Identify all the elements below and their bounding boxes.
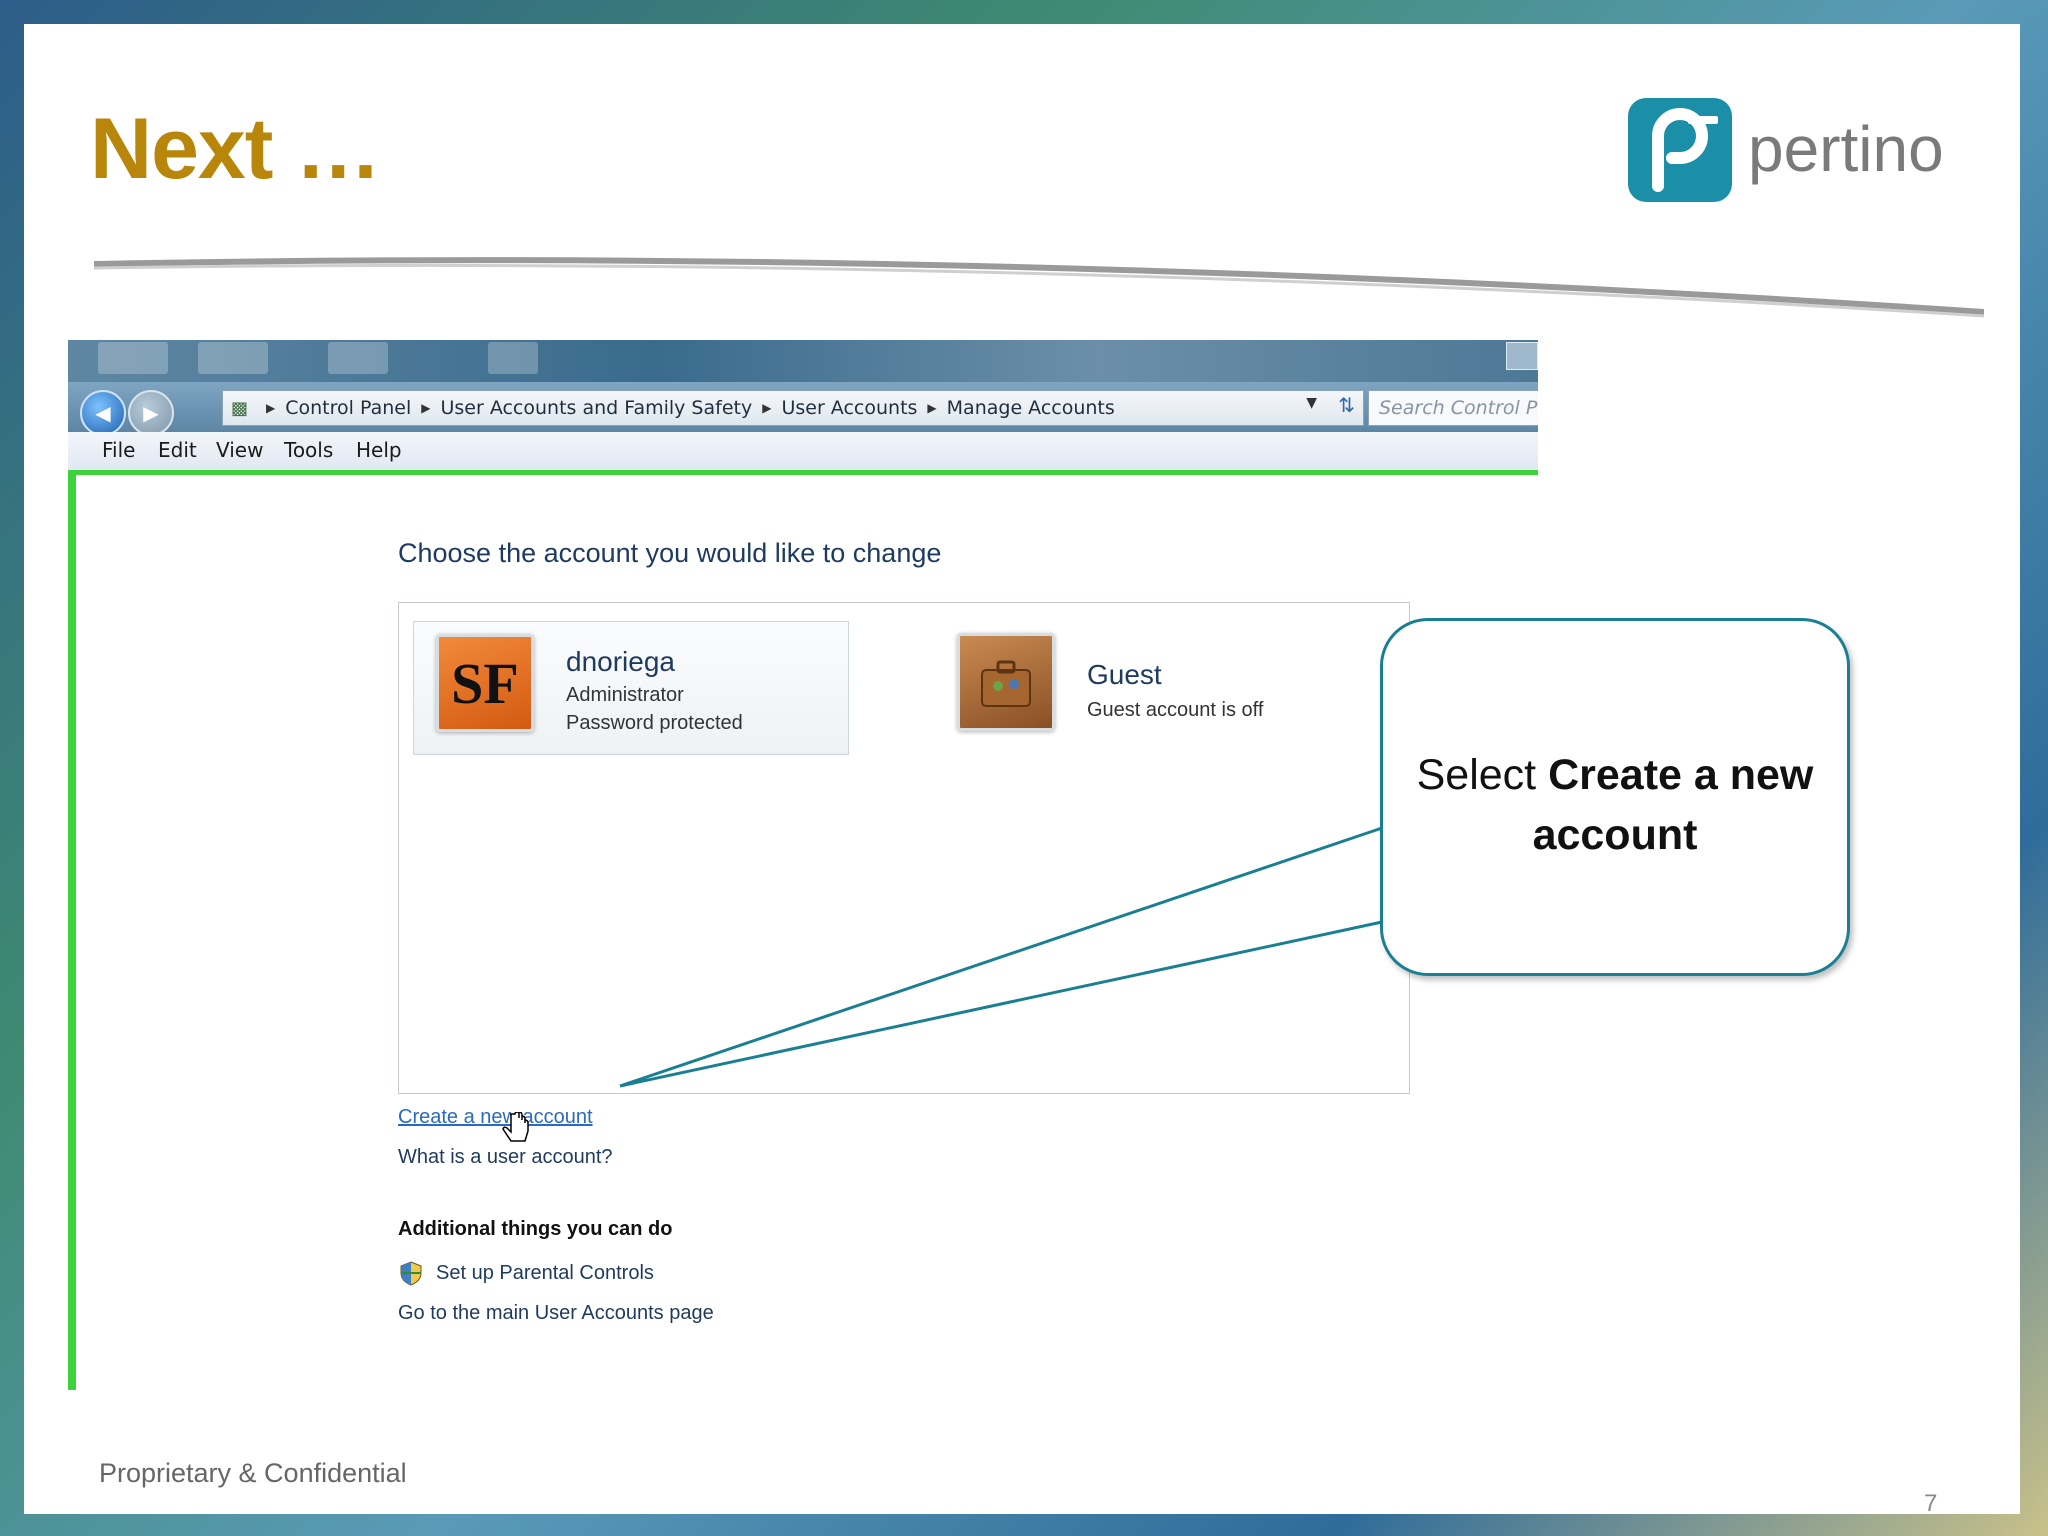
shield-icon <box>400 1261 422 1286</box>
breadcrumb-user-accounts-family-safety[interactable]: User Accounts and Family Safety <box>440 397 752 419</box>
account-status: Password protected <box>566 712 743 734</box>
taskbar-thumbnail <box>98 342 168 374</box>
dropdown-icon[interactable]: ▼ <box>1306 395 1317 411</box>
footer-text: Proprietary & Confidential <box>99 1458 407 1488</box>
menu-view[interactable]: View <box>216 438 263 462</box>
address-row: ◀ ▶ ▩ ▶ Control Panel ▶ User Accounts an… <box>68 382 1538 436</box>
breadcrumb-separator-icon: ▶ <box>927 401 937 415</box>
additional-heading: Additional things you can do <box>398 1218 673 1240</box>
taskbar-thumbnail <box>488 342 538 374</box>
control-panel-window: ◀ ▶ ▩ ▶ Control Panel ▶ User Accounts an… <box>68 340 1538 1390</box>
account-name: Guest <box>1087 659 1162 690</box>
breadcrumb-separator-icon: ▶ <box>762 401 772 415</box>
menu-file[interactable]: File <box>102 438 135 462</box>
logo-text: pertino <box>1748 113 1944 185</box>
address-bar[interactable]: ▩ ▶ Control Panel ▶ User Accounts and Fa… <box>222 390 1364 426</box>
what-is-user-account-link[interactable]: What is a user account? <box>398 1146 613 1169</box>
window-title-strip <box>68 340 1538 382</box>
menu-tools[interactable]: Tools <box>284 438 333 462</box>
breadcrumb-manage-accounts[interactable]: Manage Accounts <box>947 397 1115 419</box>
forward-arrow-icon: ▶ <box>143 401 159 425</box>
highlight-border <box>68 470 1538 475</box>
minimize-button[interactable] <box>1506 342 1538 370</box>
back-arrow-icon: ◀ <box>95 401 111 425</box>
main-user-accounts-link[interactable]: Go to the main User Accounts page <box>398 1302 714 1325</box>
account-name: dnoriega <box>566 646 675 677</box>
account-card-guest[interactable]: Guest Guest account is off <box>935 621 1355 753</box>
account-type: Administrator <box>566 684 684 706</box>
breadcrumb-separator-icon: ▶ <box>421 401 431 415</box>
hand-cursor-icon <box>502 1112 529 1142</box>
control-panel-icon: ▩ <box>231 397 249 419</box>
avatar: SF <box>436 634 534 732</box>
pertino-logo-mark-icon <box>1628 98 1732 202</box>
slide-title: Next … <box>90 101 381 197</box>
menu-bar: File Edit View Tools Help <box>68 432 1538 470</box>
refresh-icon[interactable]: ⇅ <box>1338 393 1355 417</box>
parental-controls-link[interactable]: Set up Parental Controls <box>436 1262 654 1285</box>
create-new-account-link[interactable]: Create a new account <box>398 1106 593 1129</box>
callout-box: Select Create a new account <box>1380 618 1850 976</box>
breadcrumb-user-accounts[interactable]: User Accounts <box>781 397 917 419</box>
account-status: Guest account is off <box>1087 699 1264 721</box>
highlight-border <box>68 470 76 1390</box>
pertino-logo: pertino <box>1628 98 1968 208</box>
avatar <box>957 633 1055 731</box>
forward-button[interactable]: ▶ <box>128 390 174 436</box>
search-input[interactable]: Search Control Panel <box>1368 390 1538 426</box>
accounts-panel: SF dnoriega Administrator Password prote… <box>398 602 1410 1094</box>
briefcase-icon <box>981 660 1031 707</box>
callout-text: Select Create a new account <box>1383 745 1847 865</box>
callout-prefix: Select <box>1416 751 1549 799</box>
menu-edit[interactable]: Edit <box>158 438 197 462</box>
menu-help[interactable]: Help <box>356 438 402 462</box>
divider-swoosh <box>94 257 1984 318</box>
callout-bold: Create a new account <box>1532 751 1814 860</box>
page-number: 7 <box>1924 1490 1938 1517</box>
breadcrumb-separator-icon: ▶ <box>266 401 276 415</box>
taskbar-thumbnail <box>328 342 388 374</box>
content-heading: Choose the account you would like to cha… <box>398 538 942 568</box>
taskbar-thumbnail <box>198 342 268 374</box>
account-card-dnoriega[interactable]: SF dnoriega Administrator Password prote… <box>413 621 849 755</box>
back-button[interactable]: ◀ <box>80 390 126 436</box>
breadcrumb-control-panel[interactable]: Control Panel <box>285 397 411 419</box>
